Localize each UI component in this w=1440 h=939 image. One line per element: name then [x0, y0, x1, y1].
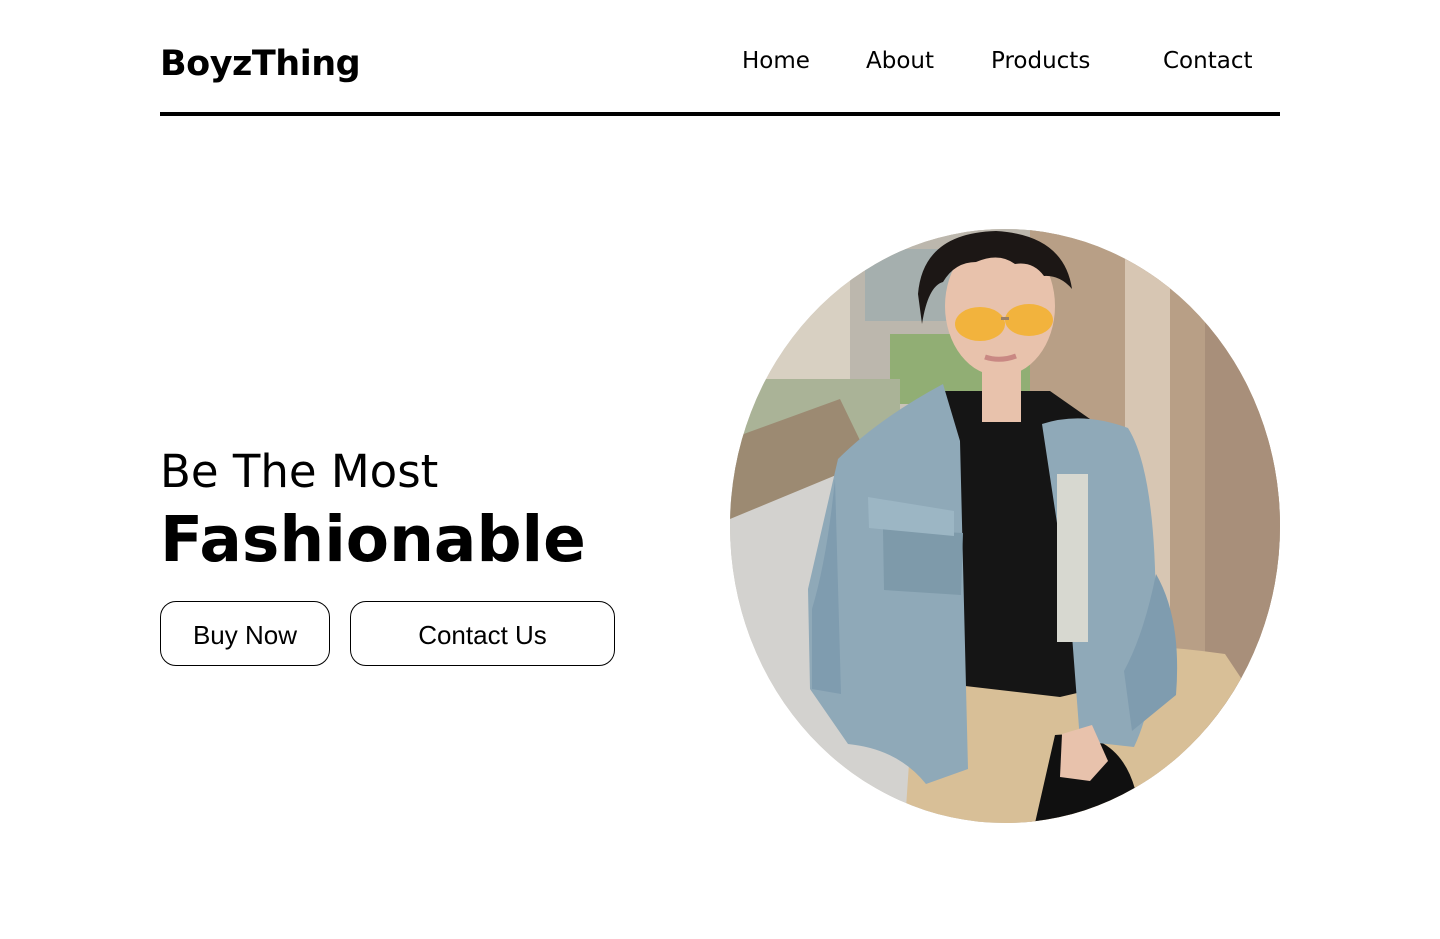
hero-tagline: Be The Most: [160, 445, 439, 498]
contact-us-button[interactable]: Contact Us: [350, 601, 615, 666]
site-header: BoyzThing Home About Products Contact: [160, 0, 1280, 116]
nav-products[interactable]: Products: [991, 45, 1090, 77]
nav-contact[interactable]: Contact: [1163, 45, 1252, 77]
hero-headline: Fashionable: [160, 503, 586, 576]
brand-logo[interactable]: BoyzThing: [160, 42, 361, 86]
model-photo: [730, 229, 1280, 823]
nav-about[interactable]: About: [866, 45, 934, 77]
hero-copy: Be The Most Fashionable: [160, 444, 586, 576]
buy-now-button[interactable]: Buy Now: [160, 601, 330, 666]
nav-home[interactable]: Home: [742, 45, 810, 77]
